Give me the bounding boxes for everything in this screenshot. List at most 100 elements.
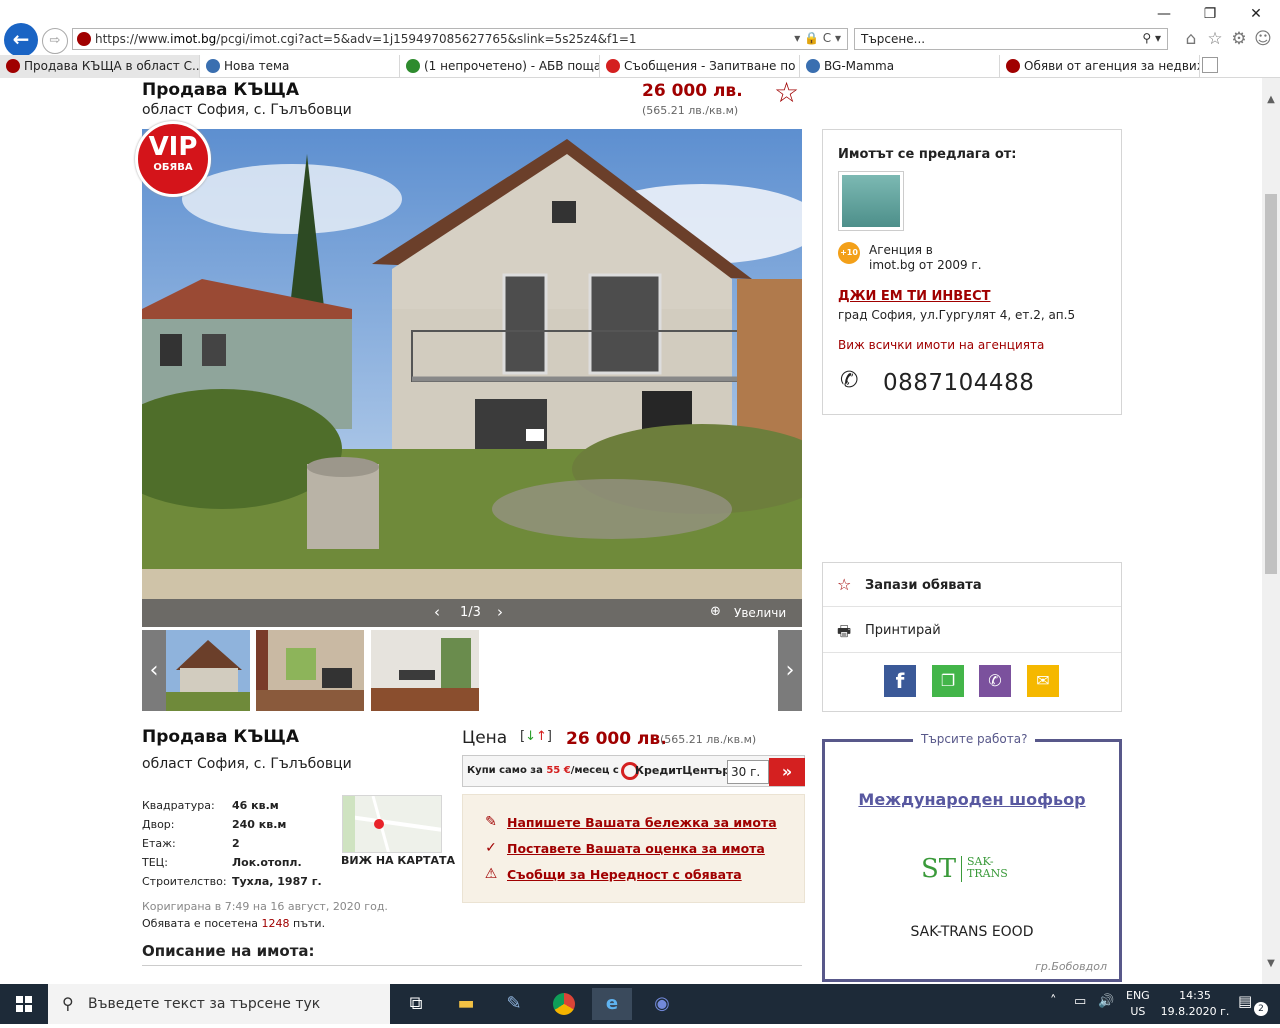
forward-button[interactable]: ⇨ (42, 28, 68, 54)
credit-term-select[interactable]: 30 г. (727, 760, 769, 784)
thumbs-next-button[interactable]: › (778, 630, 802, 711)
arrow-right-icon: ⇨ (49, 33, 61, 48)
zoom-icon[interactable]: ⊕ (710, 604, 721, 619)
actions-panel: ☆ Запази обявата 🖶 Принтирай f ❐ ✆ ✉ (822, 562, 1122, 712)
listing-price-per-sqm: (565.21 лв./кв.м) (642, 104, 739, 117)
price-per-sqm: (565.21 лв./кв.м) (660, 733, 757, 746)
close-button[interactable]: ✕ (1236, 4, 1276, 24)
tab-4[interactable]: BG-Mamma (800, 55, 1000, 78)
back-button[interactable]: ← (4, 23, 38, 57)
ad-job-title[interactable]: Международен шофьор (825, 790, 1119, 809)
agency-name-link[interactable]: ДЖИ ЕМ ТИ ИНВЕСТ (838, 289, 990, 304)
address-bar[interactable]: https://www.imot.bg/pcgi/imot.cgi?act=5&… (72, 28, 848, 50)
address-tools[interactable]: ▾ 🔒 C ▾ (794, 31, 841, 45)
favorite-star-icon[interactable]: ☆ (774, 78, 799, 109)
start-button[interactable] (0, 984, 48, 1024)
volume-icon[interactable]: 🔊 (1098, 994, 1114, 1009)
tab-favicon-icon (806, 59, 820, 73)
prev-photo-chevron-icon[interactable]: ‹ (434, 603, 440, 621)
all-properties-link[interactable]: Виж всички имоти на агенцията (838, 338, 1044, 352)
network-icon[interactable]: ▭ (1074, 994, 1086, 1009)
thumbs-prev-button[interactable]: ‹ (142, 630, 166, 711)
task-view-icon[interactable]: ⧉ (396, 988, 436, 1020)
report-listing-link[interactable]: Съобщи за Нередност с обявата (507, 867, 742, 882)
viber-share-icon[interactable]: ✆ (979, 665, 1011, 697)
job-ad[interactable]: Търсите работа? Международен шофьор ST S… (822, 732, 1122, 982)
file-explorer-icon[interactable]: ▬ (446, 988, 486, 1020)
description-heading: Описание на имота: (142, 942, 315, 960)
browser-window: — ❐ ✕ ← ⇨ https://www.imot.bg/pcgi/imot.… (0, 0, 1280, 1024)
scrollbar-thumb[interactable] (1265, 194, 1277, 574)
notes-box: ✎ Напишете Вашата бележка за имота ✓ Пос… (462, 794, 805, 903)
map-thumbnail[interactable] (342, 795, 442, 853)
scroll-down-arrow-icon[interactable]: ▼ (1262, 958, 1280, 969)
agency-phone[interactable]: 0887104488 (883, 370, 1034, 396)
vertical-scrollbar[interactable]: ▲ ▼ (1262, 78, 1280, 984)
email-share-icon[interactable]: ✉ (1027, 665, 1059, 697)
facebook-share-icon[interactable]: f (884, 665, 916, 697)
internet-explorer-icon[interactable]: e (592, 988, 632, 1020)
search-input[interactable]: Търсене... ⚲ ▾ (854, 28, 1168, 50)
tab-1[interactable]: Нова тема (200, 55, 400, 78)
tab-0[interactable]: Продава КЪЩА в област С... (0, 55, 200, 78)
credit-offer-banner[interactable]: Купи само за 55 €/месец с КредитЦентър 3… (462, 755, 805, 787)
chrome-icon[interactable] (544, 988, 584, 1020)
edited-date: Коригирана в 7:49 на 16 август, 2020 год… (142, 900, 388, 913)
photo-navigation-bar: ‹ 1/3 › ⊕ Увеличи (142, 599, 802, 627)
sak-trans-logo: ST SAK- TRANS (921, 854, 1008, 884)
tab-5[interactable]: Обяви от агенция за недвижи... (1000, 55, 1200, 78)
main-photo[interactable] (142, 129, 802, 627)
favorites-star-icon[interactable]: ☆ (1204, 28, 1226, 50)
detail-row: Строителство: Тухла, 1987 г. (142, 875, 322, 888)
taskbar-search[interactable]: ⚲ Въведете текст за търсене тук (48, 984, 390, 1024)
thumbnail-1[interactable] (166, 630, 250, 711)
discord-icon[interactable]: ◉ (642, 988, 682, 1020)
detail-row: Квадратура: 46 кв.м (142, 799, 279, 812)
divider (142, 965, 802, 966)
save-listing-button[interactable]: ☆ Запази обявата (823, 563, 1121, 607)
price-value: 26 000 лв. (566, 729, 667, 749)
ad-header: Търсите работа? (913, 732, 1036, 746)
tab-favicon-icon (606, 59, 620, 73)
write-note-link[interactable]: Напишете Вашата бележка за имота (507, 815, 777, 830)
clock[interactable]: 14:35 19.8.2020 г. (1160, 988, 1230, 1020)
details-title: Продава КЪЩА (142, 727, 299, 747)
credit-offer-text: Купи само за 55 €/месец с (467, 765, 619, 776)
zoom-label[interactable]: Увеличи (734, 606, 786, 620)
tab-favicon-icon (6, 59, 20, 73)
smiley-feedback-icon[interactable]: ☺ (1252, 28, 1274, 50)
price-label: Цена (462, 728, 508, 748)
scroll-up-arrow-icon[interactable]: ▲ (1262, 94, 1280, 105)
notifications-icon[interactable]: ▤ (1238, 992, 1252, 1010)
detail-row: ТЕЦ: Лок.отопл. (142, 856, 302, 869)
settings-gear-icon[interactable]: ⚙ (1228, 28, 1250, 50)
next-photo-chevron-icon[interactable]: › (497, 603, 503, 621)
new-tab-button[interactable] (1200, 55, 1224, 78)
tab-3[interactable]: Съобщения - Запитване по 3... (600, 55, 800, 78)
print-button[interactable]: 🖶 Принтирай (823, 607, 1121, 653)
view-on-map-link[interactable]: ВИЖ НА КАРТАТА (341, 854, 455, 867)
notification-count-badge: 2 (1254, 1002, 1268, 1016)
site-favicon-icon (77, 32, 91, 46)
rate-property-link[interactable]: Поставете Вашата оценка за имота (507, 841, 765, 856)
language-indicator[interactable]: ENG US (1126, 988, 1150, 1020)
agency-address: град София, ул.Гургулят 4, ет.2, ап.5 (838, 308, 1076, 322)
years-badge-icon: +10 (838, 242, 860, 272)
price-change-icon[interactable]: [↓↑] (520, 729, 552, 744)
minimize-button[interactable]: — (1144, 4, 1184, 24)
paint-icon[interactable]: ✎ (494, 988, 534, 1020)
restore-button[interactable]: ❐ (1190, 4, 1230, 24)
agency-logo[interactable] (838, 171, 904, 231)
credit-go-arrows-icon[interactable]: » (769, 758, 805, 786)
thumbnail-2[interactable] (256, 630, 364, 711)
search-icon: ⚲ (62, 994, 74, 1013)
copy-link-icon[interactable]: ❐ (932, 665, 964, 697)
thumbnail-3[interactable] (371, 630, 479, 711)
tray-chevron-icon[interactable]: ˄ (1050, 994, 1057, 1009)
ad-company: SAK-TRANS EOOD (910, 924, 1034, 940)
windows-logo-icon (16, 996, 32, 1012)
home-icon[interactable]: ⌂ (1180, 28, 1202, 50)
search-icon[interactable]: ⚲ ▾ (1142, 31, 1161, 45)
listing-location: област София, с. Гълъбовци (142, 102, 352, 118)
tab-2[interactable]: (1 непрочетено) - АБВ поща (400, 55, 600, 78)
